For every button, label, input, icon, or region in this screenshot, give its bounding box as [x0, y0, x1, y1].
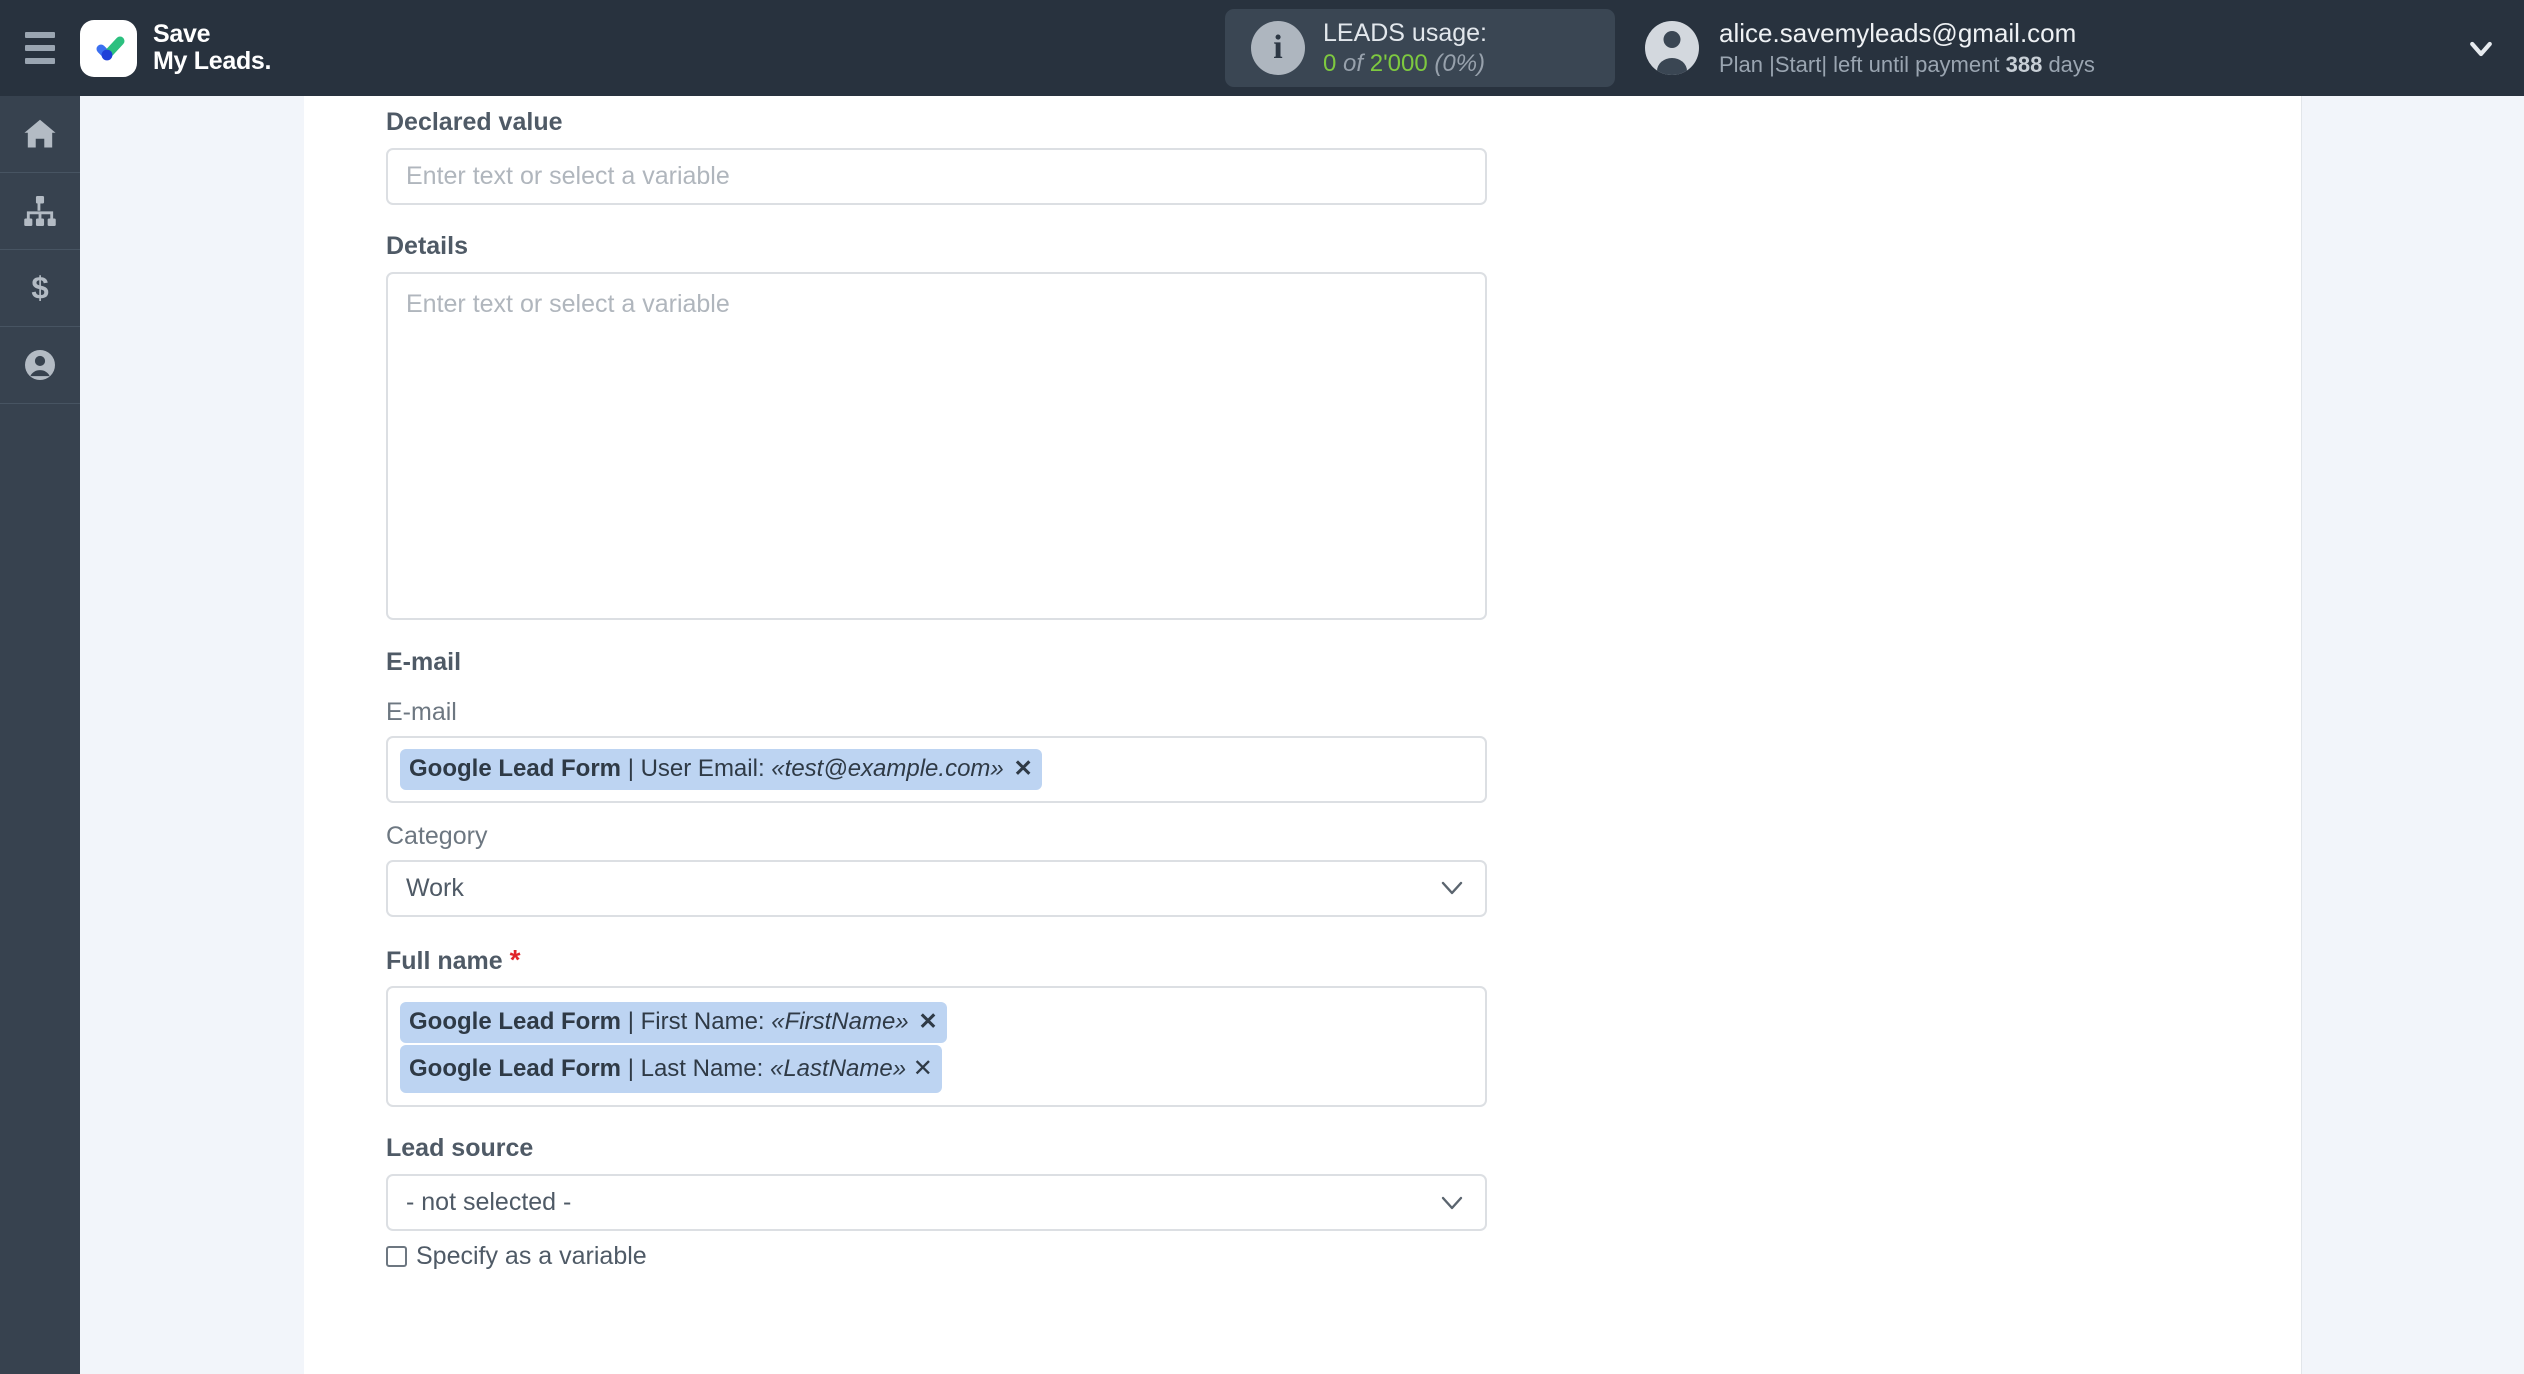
remove-chip-icon[interactable]: ✕ [1010, 755, 1032, 781]
chip-variable: «LastName» [769, 1054, 907, 1082]
details-placeholder: Enter text or select a variable [406, 290, 730, 318]
usage-limit: 2'000 [1369, 49, 1428, 77]
chip-separator: | [627, 1054, 634, 1082]
chevron-down-icon[interactable] [2466, 34, 2496, 64]
brand-line-1: Save [153, 20, 211, 48]
chip-field: User Email: [640, 755, 765, 782]
lead-source-selected-value: - not selected - [406, 1188, 572, 1217]
declared-value-label: Declared value [386, 108, 563, 136]
brand-name: Save My Leads. [153, 21, 271, 75]
chip-variable: «test@example.com» [771, 755, 1004, 782]
chip-source: Google Lead Form [409, 1054, 622, 1082]
user-avatar-icon [1645, 21, 1699, 75]
hamburger-menu-icon[interactable] [0, 0, 80, 96]
sidebar-item-connections[interactable] [0, 173, 80, 250]
email-field-label: E-mail [386, 698, 457, 726]
lead-source-label: Lead source [386, 1134, 534, 1163]
field-lead-source: Lead source - not selected - Specify as … [386, 1134, 1496, 1271]
chip-field: First Name: [640, 1007, 765, 1035]
chip-source: Google Lead Form [409, 755, 622, 782]
section-email: E-mail E-mail Google Lead Form | User Em… [386, 648, 1496, 917]
usage-counter: 0 of 2'000 (0%) [1323, 49, 1487, 80]
lead-mapping-form: Declared value Enter text or select a va… [386, 96, 1496, 1271]
checkmark-glyph [96, 36, 124, 61]
chip-field: Last Name: [640, 1054, 764, 1082]
account-menu[interactable]: alice.savemyleads@gmail.com Plan |Start|… [1645, 9, 2095, 87]
chip-separator: | [627, 755, 634, 782]
email-section-heading: E-mail [386, 648, 462, 676]
account-text-group: alice.savemyleads@gmail.com Plan |Start|… [1719, 17, 2095, 79]
email-variable-input[interactable]: Google Lead Form | User Email: «test@exa… [386, 736, 1487, 803]
workspace-background: Declared value Enter text or select a va… [80, 96, 2524, 1374]
usage-title: LEADS usage: [1323, 18, 1487, 47]
brand-line-2: My Leads. [153, 47, 272, 75]
sitemap-icon [24, 196, 56, 226]
details-label: Details [386, 232, 468, 260]
account-email: alice.savemyleads@gmail.com [1719, 17, 2077, 48]
sidebar-item-home[interactable] [0, 96, 80, 173]
brand-logo-link[interactable]: Save My Leads. [80, 19, 271, 77]
chevron-down-icon [1441, 882, 1463, 895]
declared-value-placeholder: Enter text or select a variable [406, 162, 730, 190]
usage-text-group: LEADS usage: 0 of 2'000 (0%) [1323, 17, 1487, 80]
chip-separator: | [627, 1007, 634, 1035]
user-circle-icon [25, 350, 55, 380]
hamburger-bar-1 [25, 32, 55, 38]
svg-text:$: $ [31, 271, 48, 305]
full-name-variable-input[interactable]: Google Lead Form | First Name: «FirstNam… [386, 985, 1487, 1108]
lead-source-select[interactable]: - not selected - [386, 1174, 1487, 1232]
sidebar-item-billing[interactable]: $ [0, 250, 80, 327]
field-full-name: Full name * Google Lead Form | First Nam… [386, 944, 1496, 1108]
category-select[interactable]: Work [386, 859, 1487, 917]
home-icon [24, 119, 56, 148]
category-label: Category [386, 821, 488, 850]
top-header-bar: Save My Leads. i LEADS usage: 0 of 2'000… [0, 0, 2524, 96]
hamburger-bar-3 [25, 58, 55, 64]
field-details: Details Enter text or select a variable [386, 232, 1496, 620]
chevron-down-icon [1441, 1196, 1463, 1210]
account-plan-line: Plan |Start| left until payment 388 days [1719, 51, 2095, 80]
content-card: Declared value Enter text or select a va… [304, 96, 2302, 1374]
usage-percent: (0%) [1434, 49, 1486, 77]
required-marker: * [509, 943, 521, 975]
variable-chip-last-name[interactable]: Google Lead Form | Last Name: «LastName»… [400, 1044, 942, 1094]
field-declared-value: Declared value Enter text or select a va… [386, 96, 1496, 205]
leads-usage-badge[interactable]: i LEADS usage: 0 of 2'000 (0%) [1225, 9, 1615, 87]
usage-of-word: of [1343, 49, 1364, 77]
specify-as-variable-checkbox[interactable] [386, 1246, 407, 1268]
sidebar-item-profile[interactable] [0, 327, 80, 404]
remove-chip-icon[interactable]: ✕ [915, 1008, 937, 1034]
hamburger-bar-2 [25, 45, 55, 51]
declared-value-input[interactable]: Enter text or select a variable [386, 148, 1487, 205]
dollar-icon: $ [31, 271, 48, 305]
specify-as-variable-row[interactable]: Specify as a variable [386, 1242, 1496, 1271]
remove-chip-icon[interactable]: ✕ [913, 1055, 933, 1082]
full-name-label: Full name * [386, 944, 1496, 976]
variable-chip-user-email[interactable]: Google Lead Form | User Email: «test@exa… [400, 749, 1042, 790]
full-name-label-text: Full name [386, 946, 503, 975]
chip-source: Google Lead Form [409, 1007, 622, 1035]
savemyleads-logo-icon [80, 19, 137, 77]
chip-variable: «FirstName» [771, 1007, 909, 1035]
left-sidebar-rail: $ [0, 96, 80, 1374]
usage-used: 0 [1323, 49, 1337, 77]
details-textarea[interactable]: Enter text or select a variable [386, 272, 1487, 620]
specify-as-variable-label: Specify as a variable [416, 1242, 647, 1271]
variable-chip-first-name[interactable]: Google Lead Form | First Name: «FirstNam… [400, 1001, 947, 1043]
account-days-unit: days [2048, 51, 2095, 77]
category-selected-value: Work [406, 873, 464, 902]
account-days-value: 388 [2005, 51, 2043, 77]
account-plan-prefix: Plan |Start| left until payment [1719, 51, 2000, 77]
info-icon: i [1251, 21, 1305, 75]
